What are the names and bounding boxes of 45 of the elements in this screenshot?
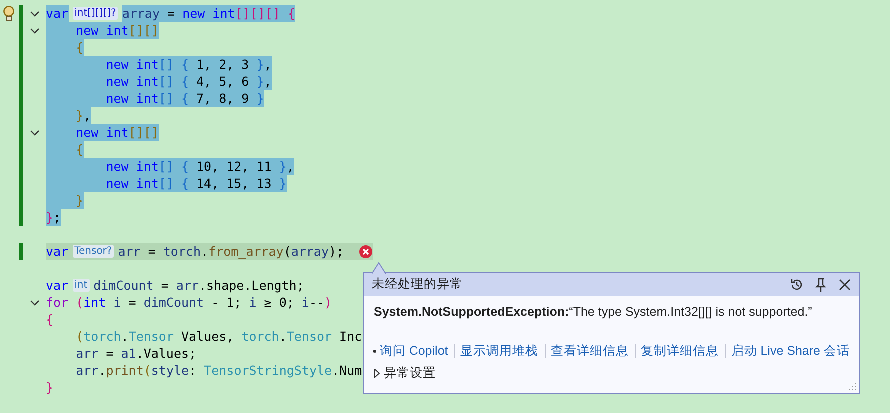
action-link[interactable]: 询问 Copilot: [380, 342, 448, 360]
code-text: for (int i = dimCount - 1; i ≥ 0; i--): [46, 294, 332, 311]
error-icon[interactable]: [359, 244, 374, 258]
code-text: new int[] { 1, 2, 3 },: [46, 56, 272, 73]
code-text: };: [46, 209, 62, 226]
code-text: arr.print(style: TensorStringStyle.Num: [75, 362, 362, 379]
code-text: arr = torch.from_array(array);: [118, 243, 344, 260]
collapse-chevron-icon[interactable]: [30, 300, 40, 306]
code-text: dimCount = arr.shape.Length;: [94, 277, 304, 294]
action-link[interactable]: 显示调用堆栈: [460, 342, 538, 360]
exception-settings-toggle[interactable]: 异常设置: [364, 362, 446, 384]
code-text: arr = a1.Values;: [75, 345, 197, 362]
caret-icon: [374, 368, 381, 378]
code-text: new int[] { 4, 5, 6 },: [46, 73, 272, 90]
code-text: new int[] { 14, 15, 13 }: [46, 175, 287, 192]
popup-title: 未经处理的异常: [372, 276, 464, 293]
collapse-chevron-icon[interactable]: [30, 10, 40, 16]
code-text: var: [46, 5, 69, 22]
history-button[interactable]: [789, 276, 805, 292]
code-text: var: [46, 243, 69, 260]
action-link[interactable]: 查看详细信息: [550, 342, 629, 360]
code-text: },: [46, 107, 92, 124]
code-text: }: [46, 192, 84, 209]
code-text: new int[] { 10, 12, 11 },: [46, 158, 294, 175]
lightbulb-icon[interactable]: [3, 6, 15, 22]
close-button[interactable]: [837, 276, 853, 292]
inlay-hint: int[][][]?: [72, 7, 118, 20]
code-text: {: [46, 39, 84, 56]
code-text: new int[][]: [46, 22, 159, 39]
inlay-hint: int: [72, 279, 90, 292]
collapse-chevron-icon[interactable]: [30, 130, 40, 136]
code-text: var: [46, 277, 69, 294]
code-text: array = new int[][][] {: [122, 5, 296, 22]
code-text: {: [46, 311, 54, 328]
code-text: new int[][]: [46, 124, 159, 141]
action-link[interactable]: 复制详细信息: [641, 342, 719, 360]
pin-button[interactable]: [813, 276, 829, 292]
collapse-chevron-icon[interactable]: [30, 28, 40, 34]
action-link[interactable]: 启动 Live Share 会话: [731, 342, 850, 360]
exception-message: System.NotSupportedException:“The type System.Int32[][] is not supported.”: [374, 305, 812, 319]
code-text: }: [46, 379, 54, 396]
code-text: (torch.Tensor Values, torch.Tensor Inc: [75, 328, 362, 345]
code-text: new int[] { 7, 8, 9 }: [46, 90, 264, 107]
inlay-hint: Tensor?: [72, 245, 114, 258]
code-text: {: [46, 141, 84, 158]
